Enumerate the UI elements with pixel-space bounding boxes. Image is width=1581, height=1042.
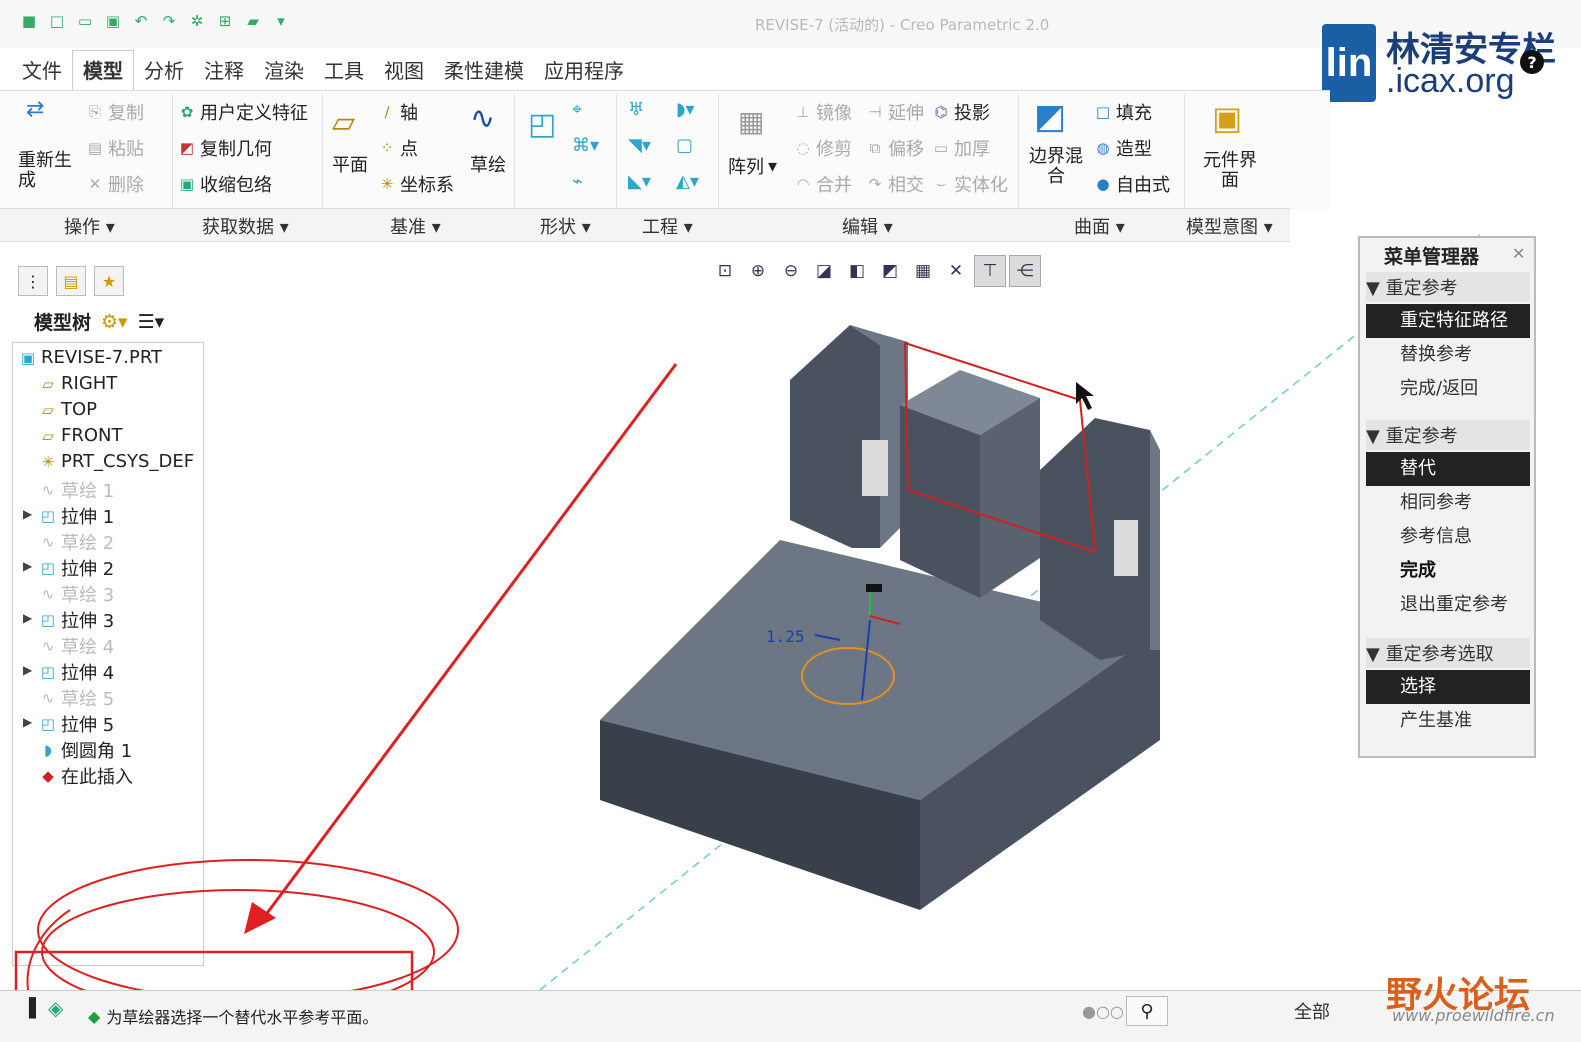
- menu-item-select[interactable]: 选择: [1366, 670, 1530, 704]
- prompt-diamond-icon: ◆: [88, 1006, 101, 1026]
- dimension-value[interactable]: 1.25: [766, 627, 805, 646]
- menu-section-label: 重定参考: [1385, 426, 1458, 447]
- left-bracket-hole: [862, 440, 888, 496]
- collapse-arrow-icon: ▼: [1366, 426, 1380, 447]
- menu-section-label: 重定参考: [1385, 278, 1458, 299]
- menu-section-header[interactable]: ▼ 重定参考选取: [1366, 638, 1530, 668]
- collapse-arrow-icon: ▼: [1366, 644, 1380, 665]
- status-message: 为草绘器选择一个替代水平参考平面。: [106, 1008, 379, 1027]
- message-area: ◆ 为草绘器选择一个替代水平参考平面。: [88, 1004, 378, 1028]
- status-toggle-icon[interactable]: ▐: [22, 998, 36, 1019]
- status-progress-icon: ●○○: [1082, 1002, 1124, 1021]
- menu-item-quit-reroute[interactable]: 退出重定参考: [1366, 588, 1530, 622]
- menu-item-reroute-feature-path[interactable]: 重定特征路径: [1366, 304, 1530, 338]
- menu-section-header[interactable]: ▼ 重定参考: [1366, 272, 1530, 302]
- csys-marker: [866, 584, 882, 592]
- menu-item-replace-reference[interactable]: 替换参考: [1366, 338, 1530, 372]
- menu-item-done[interactable]: 完成: [1366, 554, 1530, 588]
- mouse-cursor-icon: [1076, 382, 1094, 410]
- menu-item-alternate[interactable]: 替代: [1366, 452, 1530, 486]
- menu-manager-title: 菜单管理器: [1384, 246, 1480, 268]
- selection-filter[interactable]: 全部: [1294, 998, 1330, 1024]
- close-icon[interactable]: ✕: [1512, 244, 1525, 263]
- menu-section-header[interactable]: ▼ 重定参考: [1366, 420, 1530, 450]
- menu-item-same-reference[interactable]: 相同参考: [1366, 486, 1530, 520]
- menu-manager: 菜单管理器 ✕ ▼ 重定参考 重定特征路径 替换参考 完成/返回 ▼ 重定参考 …: [1358, 236, 1536, 758]
- find-icon[interactable]: ⚲: [1126, 996, 1168, 1026]
- menu-item-make-datum[interactable]: 产生基准: [1366, 704, 1530, 738]
- menu-section-label: 重定参考选取: [1385, 644, 1494, 665]
- collapse-arrow-icon: ▼: [1366, 278, 1380, 299]
- annotation-arrow-line: [260, 363, 678, 921]
- graphics-area[interactable]: 1.25: [0, 0, 1581, 1041]
- left-bracket[interactable]: [790, 325, 880, 548]
- status-model-icon[interactable]: ◈: [48, 996, 63, 1020]
- right-bracket-hole: [1114, 520, 1138, 576]
- forum-url: www.proewildfire.cn: [1392, 1006, 1555, 1025]
- menu-item-done-return[interactable]: 完成/返回: [1366, 372, 1530, 406]
- menu-item-reference-info[interactable]: 参考信息: [1366, 520, 1530, 554]
